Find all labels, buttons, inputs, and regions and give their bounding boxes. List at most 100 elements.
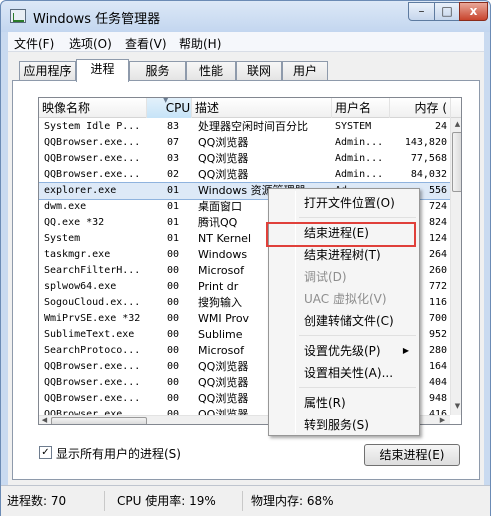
cell-image-name: QQBrowser.exe... (44, 377, 141, 388)
tab-services[interactable]: 服务 (129, 61, 186, 81)
tab-processes[interactable]: 进程 (76, 59, 129, 82)
menu-file[interactable]: 文件(F) (14, 35, 54, 52)
cell-image-name: QQ.exe *32 (44, 217, 105, 228)
col-cpu[interactable]: CPU (147, 98, 192, 118)
tab-applications[interactable]: 应用程序 (19, 61, 76, 81)
col-description[interactable]: 描述 (192, 98, 332, 118)
menu-go-to-service[interactable]: 转到服务(S) (271, 414, 417, 436)
menu-set-affinity[interactable]: 设置相关性(A)... (271, 362, 417, 384)
maximize-button[interactable]: □ (434, 2, 460, 21)
cell-cpu: 01 (167, 185, 180, 196)
title-bar[interactable]: Windows 任务管理器 – □ x (1, 1, 490, 32)
cell-memory: 84,032 (410, 169, 447, 180)
cell-cpu: 00 (167, 361, 180, 372)
scroll-right-icon[interactable]: ▶ (437, 416, 448, 424)
menu-help[interactable]: 帮助(H) (179, 35, 221, 52)
menu-end-process-tree[interactable]: 结束进程树(T) (271, 244, 417, 266)
cell-image-name: SogouCloud.ex... (44, 297, 141, 308)
menu-properties[interactable]: 属性(R) (271, 392, 417, 414)
end-process-button[interactable]: 结束进程(E) (364, 444, 460, 466)
cell-memory: 24 (434, 121, 447, 132)
cell-cpu: 01 (167, 201, 180, 212)
cell-image-name: System (44, 233, 81, 244)
menu-separator (299, 387, 416, 388)
horizontal-scroll-thumb[interactable] (51, 417, 147, 424)
scroll-down-icon[interactable]: ▼ (451, 402, 461, 410)
cell-user-name: Admin... (335, 169, 384, 180)
cell-cpu: 01 (167, 217, 180, 228)
column-header: 映像名称 CPU ▼ 描述 用户名 内存 ( (39, 97, 461, 118)
vertical-scroll-thumb[interactable] (452, 132, 461, 192)
table-row[interactable]: QQBrowser.exe... 02 QQ浏览器 Admin... 84,032 (39, 167, 451, 183)
menu-create-dump-file[interactable]: 创建转储文件(C) (271, 310, 417, 332)
scroll-left-icon[interactable]: ◀ (39, 416, 50, 424)
menu-separator (299, 217, 416, 218)
col-image-name[interactable]: 映像名称 (39, 98, 147, 118)
cell-user-name: Admin... (335, 153, 384, 164)
show-all-users-label[interactable]: 显示所有用户的进程(S) (56, 445, 181, 462)
cell-cpu: 83 (167, 121, 180, 132)
menu-uac-virtualization: UAC 虚拟化(V) (304, 292, 387, 306)
cell-image-name: QQBrowser.exe... (44, 361, 141, 372)
cell-cpu: 03 (167, 153, 180, 164)
cell-user-name: SYSTEM (335, 121, 372, 132)
col-user-name[interactable]: 用户名 (332, 98, 390, 118)
menu-options[interactable]: 选项(O) (69, 35, 112, 52)
cell-description: QQ浏览器 (198, 152, 249, 165)
menu-set-priority[interactable]: 设置优先级(P) ▶ (271, 340, 417, 362)
tab-strip: 应用程序 进程 服务 性能 联网 用户 (8, 59, 484, 82)
cell-image-name: SearchFilterH... (44, 265, 141, 276)
cell-cpu: 02 (167, 169, 180, 180)
highlight-box (266, 222, 416, 247)
status-cpu-usage: CPU 使用率: 19% (113, 491, 243, 511)
cell-cpu: 00 (167, 345, 180, 356)
cell-image-name: QQBrowser.exe... (44, 137, 141, 148)
menu-bar: 文件(F) 选项(O) 查看(V) 帮助(H) (8, 32, 484, 52)
menu-open-file-location[interactable]: 打开文件位置(O) (271, 192, 417, 214)
cell-image-name: QQBrowser.exe... (44, 169, 141, 180)
cell-cpu: 00 (167, 297, 180, 308)
cell-image-name: explorer.exe (44, 185, 117, 196)
sort-down-icon: ▼ (163, 97, 169, 104)
menu-view[interactable]: 查看(V) (125, 35, 167, 52)
table-row[interactable]: System Idle P... 83 处理器空闲时间百分比 SYSTEM 24 (39, 119, 451, 135)
cell-cpu: 00 (167, 313, 180, 324)
cell-image-name: SearchProtoco... (44, 345, 141, 356)
window-title: Windows 任务管理器 (33, 12, 161, 27)
cell-cpu: 00 (167, 393, 180, 404)
close-button[interactable]: x (459, 2, 488, 21)
task-manager-icon (10, 9, 26, 23)
vertical-scrollbar[interactable]: ▲ ▼ (450, 118, 461, 415)
cell-cpu: 01 (167, 233, 180, 244)
col-memory[interactable]: 内存 ( (390, 98, 451, 118)
cell-cpu: 00 (167, 281, 180, 292)
cell-image-name: WmiPrvSE.exe *32 (44, 313, 141, 324)
cell-image-name: QQBrowser.exe... (44, 153, 141, 164)
tab-performance[interactable]: 性能 (186, 61, 236, 81)
cell-image-name: QQBrowser.exe... (44, 393, 141, 404)
submenu-arrow-icon: ▶ (402, 346, 409, 355)
cell-image-name: System Idle P... (44, 121, 141, 132)
show-all-users-checkbox[interactable]: ✓ (39, 446, 52, 459)
table-row[interactable]: QQBrowser.exe... 03 QQ浏览器 Admin... 77,568 (39, 151, 451, 167)
cell-cpu: 00 (167, 249, 180, 260)
cell-cpu: 00 (167, 265, 180, 276)
status-bar: 进程数: 70 CPU 使用率: 19% 物理内存: 68% (1, 485, 490, 516)
cell-cpu: 00 (167, 377, 180, 388)
table-row[interactable]: QQBrowser.exe... 07 QQ浏览器 Admin... 143,820 (39, 135, 451, 151)
tab-users[interactable]: 用户 (282, 61, 328, 81)
scroll-up-icon[interactable]: ▲ (451, 120, 461, 128)
cell-cpu: 07 (167, 137, 180, 148)
tab-networking[interactable]: 联网 (236, 61, 282, 81)
cell-user-name: Admin... (335, 137, 384, 148)
cell-image-name: dwm.exe (44, 201, 87, 212)
cell-description: QQ浏览器 (198, 168, 249, 181)
status-process-count: 进程数: 70 (3, 491, 105, 511)
minimize-button[interactable]: – (408, 2, 435, 21)
status-memory: 物理内存: 68% (251, 494, 334, 508)
cell-cpu: 00 (167, 329, 180, 340)
cell-image-name: SublimeText.exe (44, 329, 135, 340)
menu-set-priority-label: 设置优先级(P) (304, 344, 381, 358)
menu-separator (299, 335, 416, 336)
cell-description: 处理器空闲时间百分比 (198, 120, 308, 133)
